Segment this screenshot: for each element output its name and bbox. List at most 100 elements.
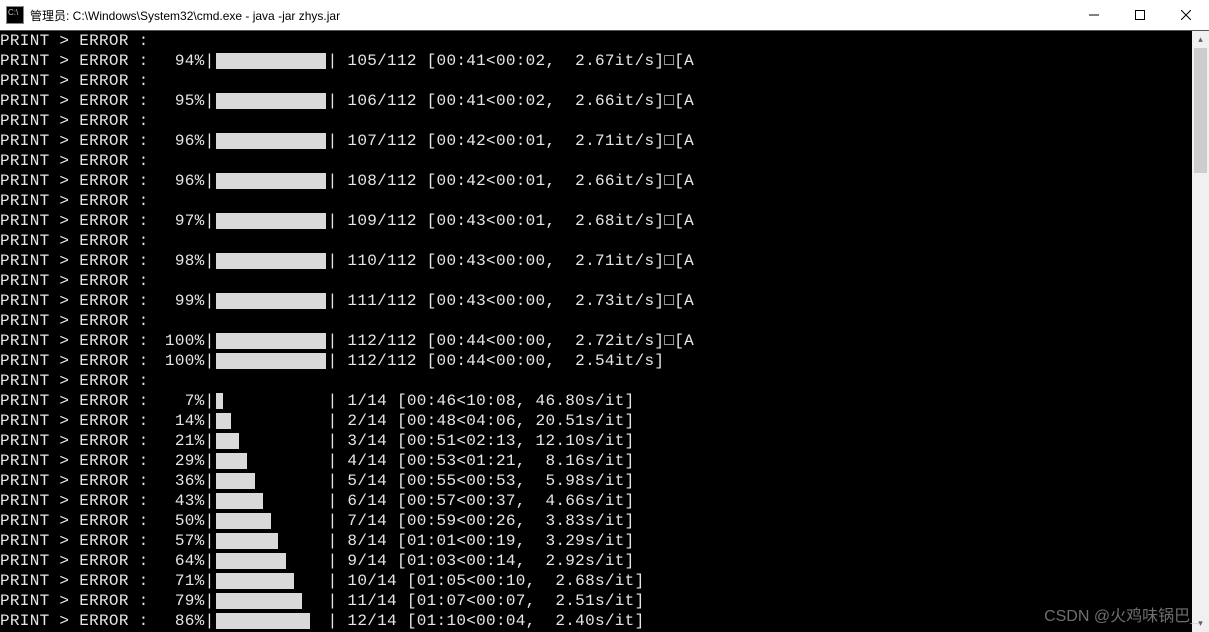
progress-stats: 9/14 [01:03<00:14, 2.92s/it] xyxy=(338,551,635,571)
progress-stats: 112/112 [00:44<00:00, 2.54it/s] xyxy=(338,351,665,371)
bar-delim: | xyxy=(328,431,338,451)
escape-tail: □[A xyxy=(664,171,694,191)
close-button[interactable] xyxy=(1163,0,1209,30)
bar-delim: | xyxy=(205,51,215,71)
progress-bar-fill xyxy=(216,53,326,69)
scroll-up-button[interactable]: ▴ xyxy=(1192,31,1209,48)
bar-delim: | xyxy=(205,511,215,531)
progress-bar xyxy=(216,253,326,269)
progress-bar-fill xyxy=(216,553,286,569)
terminal-line: PRINT > ERROR : xyxy=(0,191,1209,211)
bar-delim: | xyxy=(328,171,338,191)
progress-percent: 98% xyxy=(149,251,205,271)
terminal-line: PRINT > ERROR :95%|| 106/112 [00:41<00:0… xyxy=(0,91,1209,111)
progress-bar-fill xyxy=(216,133,326,149)
cmd-icon xyxy=(6,6,24,24)
line-prefix: PRINT > ERROR : xyxy=(0,271,149,291)
line-prefix: PRINT > ERROR : xyxy=(0,211,149,231)
progress-bar-fill xyxy=(216,353,326,369)
progress-bar xyxy=(216,393,326,409)
bar-delim: | xyxy=(205,531,215,551)
bar-delim: | xyxy=(205,251,215,271)
progress-bar-fill xyxy=(216,253,326,269)
progress-bar xyxy=(216,573,326,589)
progress-percent: 96% xyxy=(149,131,205,151)
progress-stats: 12/14 [01:10<00:04, 2.40s/it] xyxy=(338,611,645,631)
progress-bar xyxy=(216,53,326,69)
bar-delim: | xyxy=(328,91,338,111)
progress-percent: 96% xyxy=(149,171,205,191)
terminal-line: PRINT > ERROR :86%|| 12/14 [01:10<00:04,… xyxy=(0,611,1209,631)
bar-delim: | xyxy=(205,411,215,431)
terminal-output[interactable]: PRINT > ERROR :PRINT > ERROR :94%|| 105/… xyxy=(0,31,1209,632)
bar-delim: | xyxy=(205,491,215,511)
terminal-line: PRINT > ERROR :21%|| 3/14 [00:51<02:13, … xyxy=(0,431,1209,451)
bar-delim: | xyxy=(205,351,215,371)
line-prefix: PRINT > ERROR : xyxy=(0,51,149,71)
terminal-line: PRINT > ERROR :71%|| 10/14 [01:05<00:10,… xyxy=(0,571,1209,591)
progress-bar xyxy=(216,293,326,309)
line-prefix: PRINT > ERROR : xyxy=(0,551,149,571)
bar-delim: | xyxy=(328,251,338,271)
scroll-thumb[interactable] xyxy=(1194,48,1207,173)
progress-bar xyxy=(216,353,326,369)
progress-percent: 29% xyxy=(149,451,205,471)
line-prefix: PRINT > ERROR : xyxy=(0,511,149,531)
bar-delim: | xyxy=(328,51,338,71)
progress-bar-fill xyxy=(216,453,248,469)
line-prefix: PRINT > ERROR : xyxy=(0,251,149,271)
progress-bar-fill xyxy=(216,433,239,449)
bar-delim: | xyxy=(205,211,215,231)
terminal-line: PRINT > ERROR :7%|| 1/14 [00:46<10:08, 4… xyxy=(0,391,1209,411)
line-prefix: PRINT > ERROR : xyxy=(0,411,149,431)
line-prefix: PRINT > ERROR : xyxy=(0,31,149,51)
terminal-line: PRINT > ERROR :57%|| 8/14 [01:01<00:19, … xyxy=(0,531,1209,551)
progress-bar-fill xyxy=(216,413,231,429)
progress-bar-fill xyxy=(216,573,294,589)
line-prefix: PRINT > ERROR : xyxy=(0,331,149,351)
maximize-button[interactable] xyxy=(1117,0,1163,30)
progress-bar xyxy=(216,133,326,149)
terminal-line: PRINT > ERROR :79%|| 11/14 [01:07<00:07,… xyxy=(0,591,1209,611)
terminal-line: PRINT > ERROR : xyxy=(0,151,1209,171)
bar-delim: | xyxy=(328,511,338,531)
progress-bar xyxy=(216,553,326,569)
vertical-scrollbar[interactable]: ▴ ▾ xyxy=(1192,31,1209,632)
terminal-line: PRINT > ERROR :29%|| 4/14 [00:53<01:21, … xyxy=(0,451,1209,471)
bar-delim: | xyxy=(328,391,338,411)
line-prefix: PRINT > ERROR : xyxy=(0,291,149,311)
bar-delim: | xyxy=(205,391,215,411)
progress-stats: 107/112 [00:42<00:01, 2.71it/s] xyxy=(338,131,665,151)
line-prefix: PRINT > ERROR : xyxy=(0,351,149,371)
line-prefix: PRINT > ERROR : xyxy=(0,611,149,631)
line-prefix: PRINT > ERROR : xyxy=(0,451,149,471)
terminal-line: PRINT > ERROR :64%|| 9/14 [01:03<00:14, … xyxy=(0,551,1209,571)
scroll-track[interactable] xyxy=(1192,48,1209,615)
progress-stats: 7/14 [00:59<00:26, 3.83s/it] xyxy=(338,511,635,531)
progress-percent: 99% xyxy=(149,291,205,311)
terminal-line: PRINT > ERROR :98%|| 110/112 [00:43<00:0… xyxy=(0,251,1209,271)
progress-bar xyxy=(216,513,326,529)
progress-bar-fill xyxy=(216,93,326,109)
progress-bar-fill xyxy=(216,513,271,529)
line-prefix: PRINT > ERROR : xyxy=(0,371,149,391)
progress-bar-fill xyxy=(216,293,326,309)
progress-percent: 100% xyxy=(149,351,205,371)
bar-delim: | xyxy=(328,351,338,371)
terminal-line: PRINT > ERROR :96%|| 107/112 [00:42<00:0… xyxy=(0,131,1209,151)
progress-percent: 86% xyxy=(149,611,205,631)
progress-bar xyxy=(216,453,326,469)
scroll-down-button[interactable]: ▾ xyxy=(1192,615,1209,632)
progress-stats: 111/112 [00:43<00:00, 2.73it/s] xyxy=(338,291,665,311)
progress-stats: 106/112 [00:41<00:02, 2.66it/s] xyxy=(338,91,665,111)
bar-delim: | xyxy=(328,211,338,231)
terminal-line: PRINT > ERROR :36%|| 5/14 [00:55<00:53, … xyxy=(0,471,1209,491)
minimize-button[interactable] xyxy=(1071,0,1117,30)
progress-stats: 110/112 [00:43<00:00, 2.71it/s] xyxy=(338,251,665,271)
bar-delim: | xyxy=(328,571,338,591)
bar-delim: | xyxy=(205,571,215,591)
progress-stats: 5/14 [00:55<00:53, 5.98s/it] xyxy=(338,471,635,491)
progress-bar-fill xyxy=(216,593,303,609)
progress-bar-fill xyxy=(216,393,224,409)
bar-delim: | xyxy=(328,131,338,151)
